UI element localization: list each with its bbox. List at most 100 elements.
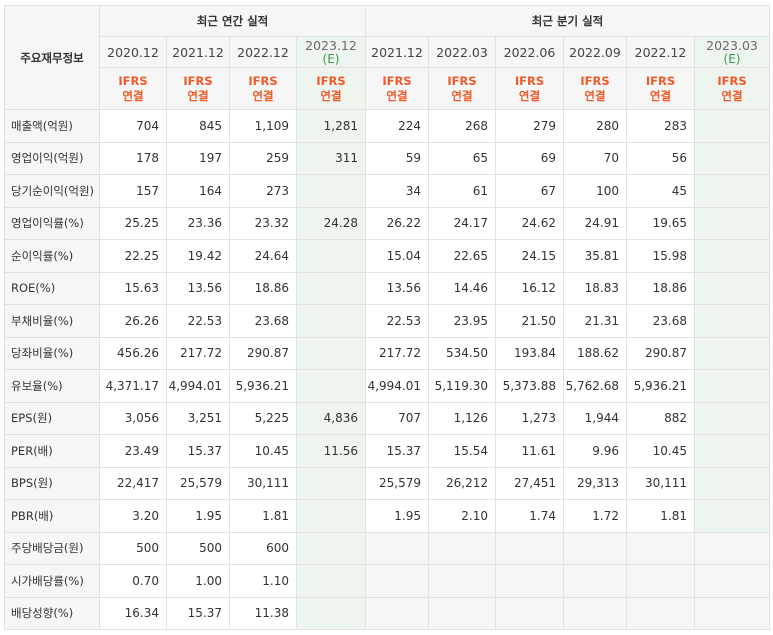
value-cell: 5,225 [229,401,297,435]
value-cell: 34 [365,174,429,208]
consolidated-label: 연결 [518,88,541,103]
consolidated-label: 연결 [386,88,408,103]
value-cell: 4,994.01 [365,369,429,403]
value-cell: 22.65 [428,239,496,273]
value-cell: 178 [99,141,167,175]
ifrs-label: IFRS [514,73,545,88]
value-cell [495,564,564,598]
row-label: 배당성향(%) [4,596,100,630]
value-cell [626,596,695,630]
period-header: 2021.12 [365,36,429,68]
period-label: 2021.12 [371,44,423,60]
value-cell: 1.00 [166,564,230,598]
table-row: ROE(%) 15.63 13.56 18.86 13.56 14.46 16.12 18.8… [4,271,771,305]
ifrs-label: IFRS [316,73,346,88]
value-cell [495,596,564,630]
value-cell: 3,056 [99,401,167,435]
value-cell: 273 [229,174,297,208]
value-cell: 4,994.01 [166,369,230,403]
period-header: 2022.03 [428,36,496,68]
row-label: EPS(원) [4,401,100,435]
row-label: BPS(원) [4,466,100,500]
value-cell: 259 [229,141,297,175]
value-cell [693,109,771,143]
consolidated-label: 연결 [320,88,342,103]
value-cell: 19.42 [166,239,230,273]
value-cell: 14.46 [428,271,496,305]
row-label: PER(배) [4,434,100,468]
accounting-basis: IFRS 연결 [229,67,297,110]
period-label: 2023.03 [706,37,758,53]
consolidated-label: 연결 [187,88,209,103]
value-cell: 22.53 [166,304,230,338]
value-cell: 65 [428,141,496,175]
value-cell: 534.50 [428,336,496,370]
ifrs-label: IFRS [118,73,148,88]
value-cell: 13.56 [166,271,230,305]
value-cell [296,564,366,598]
value-cell: 1.10 [229,564,297,598]
consolidated-label: 연결 [252,88,274,103]
value-cell [296,369,366,403]
value-cell: 30,111 [229,466,297,500]
consolidated-label: 연결 [451,88,473,103]
table-row: 시가배당률(%) 0.70 1.00 1.10 [4,564,771,598]
value-cell: 0.70 [99,564,167,598]
row-label: ROE(%) [4,271,100,305]
table-row: 주당배당금(원) 500 500 600 [4,531,771,565]
value-cell [296,596,366,630]
value-cell: 5,936.21 [626,369,695,403]
row-label: 영업이익(억원) [4,141,100,175]
value-cell: 456.26 [99,336,167,370]
value-cell: 290.87 [229,336,297,370]
table-row: 부채비율(%) 26.26 22.53 23.68 22.53 23.95 21.50 21.… [4,304,771,338]
period-header: 2023.03 (E) [693,36,771,68]
value-cell: 704 [99,109,167,143]
table-row: 유보율(%) 4,371.17 4,994.01 5,936.21 4,994.01 5,… [4,369,771,403]
value-cell: 280 [563,109,627,143]
consolidated-label: 연결 [721,88,743,103]
value-cell: 5,936.21 [229,369,297,403]
value-cell: 15.04 [365,239,429,273]
value-cell: 882 [626,401,695,435]
value-cell: 10.45 [229,434,297,468]
accounting-basis: IFRS 연결 [495,67,564,110]
value-cell: 26.26 [99,304,167,338]
period-header: 2022.09 [563,36,627,68]
value-cell: 45 [626,174,695,208]
value-cell [365,596,429,630]
value-cell: 15.37 [166,434,230,468]
value-cell: 9.96 [563,434,627,468]
value-cell [296,336,366,370]
period-header: 2021.12 [166,36,230,68]
value-cell [563,596,627,630]
value-cell: 25,579 [166,466,230,500]
value-cell [693,466,771,500]
value-cell: 600 [229,531,297,565]
period-label: 2022.09 [569,44,621,60]
value-cell: 70 [563,141,627,175]
ifrs-label: IFRS [447,73,477,88]
value-cell [296,531,366,565]
value-cell: 1.81 [229,499,297,533]
value-cell: 61 [428,174,496,208]
accounting-basis: IFRS 연결 [365,67,429,110]
value-cell [693,499,771,533]
accounting-basis: IFRS 연결 [563,67,627,110]
consolidated-label: 연결 [649,88,672,103]
row-label: 영업이익률(%) [4,206,100,240]
table-row: 순이익률(%) 22.25 19.42 24.64 15.04 22.65 24.15 35.… [4,239,771,273]
row-label: 순이익률(%) [4,239,100,273]
value-cell: 1,281 [296,109,366,143]
value-cell: 30,111 [626,466,695,500]
value-cell: 500 [166,531,230,565]
value-cell: 217.72 [365,336,429,370]
value-cell: 1.95 [166,499,230,533]
value-cell: 69 [495,141,564,175]
value-cell: 157 [99,174,167,208]
accounting-basis: IFRS 연결 [296,67,366,110]
table-row: 배당성향(%) 16.34 15.37 11.38 [4,596,771,630]
value-cell: 25.25 [99,206,167,240]
row-label: 매출액(억원) [4,109,100,143]
value-cell: 5,119.30 [428,369,496,403]
